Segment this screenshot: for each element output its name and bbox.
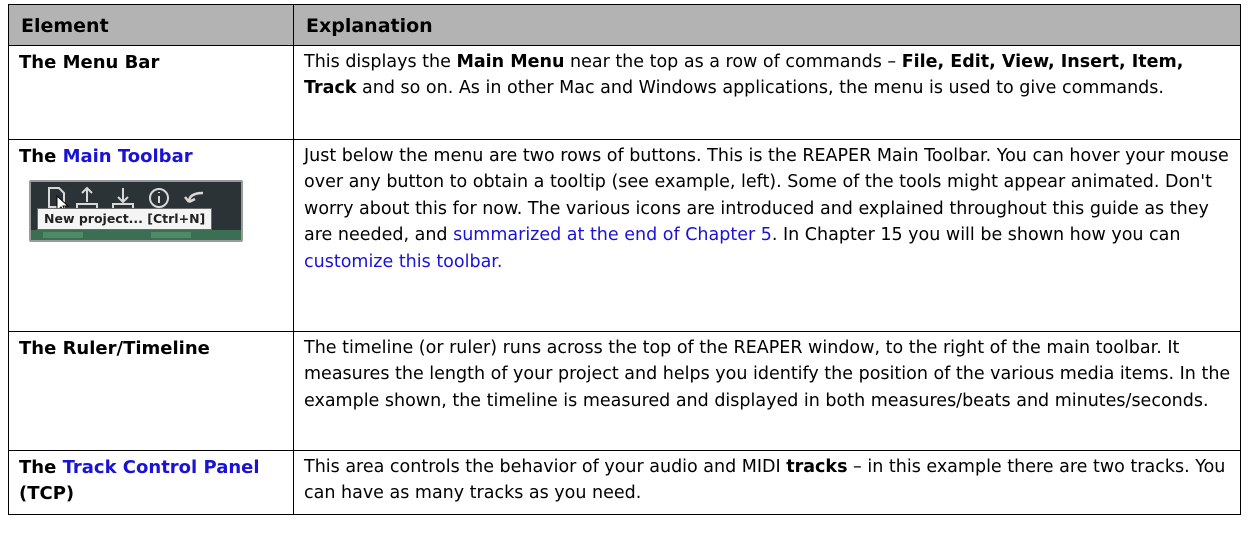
table-header-row: Element Explanation: [8, 4, 1241, 46]
row-explanation-main-toolbar: Just below the menu are two rows of butt…: [293, 138, 1241, 332]
text-run: This displays the: [304, 51, 457, 72]
text-run: . In Chapter 15 you will be shown how yo…: [771, 225, 1181, 245]
tooltip: New project... [Ctrl+N]: [37, 207, 213, 230]
row-explanation-ruler-timeline: The timeline (or ruler) runs across the …: [293, 330, 1241, 451]
row-explanation-tcp: This area controls the behavior of your …: [293, 449, 1241, 515]
row-element-tcp: The Track Control Panel (TCP): [8, 449, 294, 515]
main-toolbar-link[interactable]: Main Toolbar: [63, 146, 193, 167]
element-suffix: (TCP): [19, 482, 75, 504]
open-project-icon: [76, 186, 98, 210]
text-run: near the top as a row of commands –: [564, 51, 902, 72]
document-page: Element Explanation The Menu Bar This di…: [0, 0, 1251, 556]
info-icon: [149, 187, 169, 208]
save-project-icon: [112, 187, 134, 210]
row-element-ruler-timeline: The Ruler/Timeline: [8, 330, 294, 451]
bold-run: tracks: [786, 456, 848, 477]
chapter-5-link[interactable]: summarized at the end of Chapter 5: [453, 225, 772, 245]
element-prefix: The: [19, 145, 63, 167]
track-control-panel-link[interactable]: Track Control Panel: [63, 457, 260, 478]
text-run: and so on. As in other Mac and Windows a…: [356, 78, 1164, 98]
undo-icon: [184, 191, 204, 203]
customize-toolbar-link[interactable]: customize this toolbar.: [304, 252, 502, 272]
table-row: The Track Control Panel (TCP) This area …: [8, 449, 1241, 515]
header-explanation: Explanation: [293, 4, 1241, 46]
text-run: This area controls the behavior of your …: [304, 456, 787, 477]
table-row: The Ruler/Timeline The timeline (or rule…: [8, 330, 1241, 451]
toolbar-screenshot: New project... [Ctrl+N]: [29, 179, 243, 242]
table-row: The Main Toolbar New project... [Ctrl+N]…: [8, 138, 1241, 332]
table-row: The Menu Bar This displays the Main Menu…: [8, 44, 1241, 140]
row-element-main-toolbar: The Main Toolbar New project... [Ctrl+N]: [8, 138, 294, 332]
header-element: Element: [8, 4, 294, 46]
text-run: The timeline (or ruler) runs across the …: [304, 337, 1231, 411]
row-element-menu-bar: The Menu Bar: [8, 44, 294, 140]
row-explanation-menu-bar: This displays the Main Menu near the top…: [293, 44, 1241, 140]
element-prefix: The: [19, 456, 63, 478]
bold-run: Main Menu: [456, 51, 565, 72]
elements-table: Element Explanation The Menu Bar This di…: [8, 4, 1241, 515]
